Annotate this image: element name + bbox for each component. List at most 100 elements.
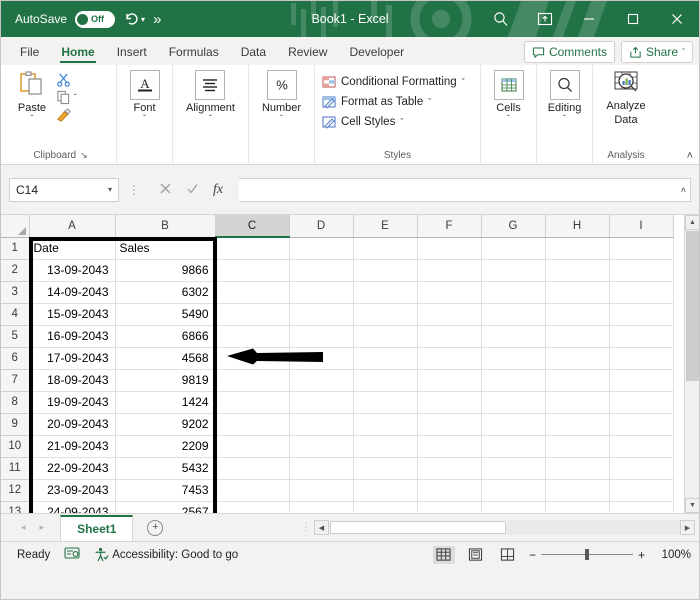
cell-D13[interactable]: [289, 501, 354, 513]
row-header-3[interactable]: 3: [1, 281, 30, 304]
cell-H3[interactable]: [545, 281, 610, 304]
scroll-down-button[interactable]: ▼: [685, 498, 699, 513]
cell-G12[interactable]: [481, 479, 546, 502]
scroll-right-button[interactable]: ▶: [680, 520, 695, 535]
cell-E4[interactable]: [353, 303, 418, 326]
sheet-tab-sheet1[interactable]: Sheet1: [60, 514, 134, 541]
editing-button[interactable]: Editing ˇ: [542, 68, 587, 125]
cell-C12[interactable]: [215, 479, 290, 502]
cell-I9[interactable]: [609, 413, 674, 436]
cell-B10[interactable]: 2209: [115, 435, 216, 458]
row-header-11[interactable]: 11: [1, 457, 30, 480]
cell-I13[interactable]: [609, 501, 674, 513]
cell-E9[interactable]: [353, 413, 418, 436]
cell-C13[interactable]: [215, 501, 290, 513]
cell-F13[interactable]: [417, 501, 482, 513]
cell-B6[interactable]: 4568: [115, 347, 216, 370]
column-header-f[interactable]: F: [417, 215, 482, 238]
cell-C9[interactable]: [215, 413, 290, 436]
cell-I2[interactable]: [609, 259, 674, 282]
number-button[interactable]: % Number ˇ: [256, 68, 307, 125]
cell-I7[interactable]: [609, 369, 674, 392]
tab-data[interactable]: Data: [230, 42, 277, 65]
cell-I12[interactable]: [609, 479, 674, 502]
format-painter-button[interactable]: [56, 108, 77, 123]
cell-B13[interactable]: 2567: [115, 501, 216, 513]
page-break-view-button[interactable]: [497, 546, 519, 564]
cell-B12[interactable]: 7453: [115, 479, 216, 502]
cell-F5[interactable]: [417, 325, 482, 348]
cell-E12[interactable]: [353, 479, 418, 502]
close-button[interactable]: [655, 1, 699, 37]
record-macro-button[interactable]: [64, 546, 80, 563]
cell-F9[interactable]: [417, 413, 482, 436]
scroll-left-button[interactable]: ◀: [314, 520, 329, 535]
row-header-5[interactable]: 5: [1, 325, 30, 348]
cell-A10[interactable]: 21-09-2043: [29, 435, 116, 458]
maximize-button[interactable]: [611, 1, 655, 37]
tab-developer[interactable]: Developer: [338, 42, 415, 65]
column-header-g[interactable]: G: [481, 215, 546, 238]
row-header-12[interactable]: 12: [1, 479, 30, 502]
cell-G9[interactable]: [481, 413, 546, 436]
cell-I8[interactable]: [609, 391, 674, 414]
cell-C1[interactable]: [215, 237, 290, 260]
cell-I4[interactable]: [609, 303, 674, 326]
cell-G1[interactable]: [481, 237, 546, 260]
zoom-in-button[interactable]: +: [638, 548, 645, 562]
share-button[interactable]: Share ˇ: [620, 41, 693, 63]
cell-H6[interactable]: [545, 347, 610, 370]
add-sheet-button[interactable]: +: [147, 519, 164, 536]
page-layout-view-button[interactable]: [465, 546, 487, 564]
row-header-8[interactable]: 8: [1, 391, 30, 414]
cell-A7[interactable]: 18-09-2043: [29, 369, 116, 392]
tab-review[interactable]: Review: [277, 42, 338, 65]
cell-G11[interactable]: [481, 457, 546, 480]
conditional-formatting-button[interactable]: Conditional Formatting ˇ: [320, 73, 467, 91]
row-header-7[interactable]: 7: [1, 369, 30, 392]
column-header-c[interactable]: C: [215, 215, 290, 238]
cell-F6[interactable]: [417, 347, 482, 370]
cell-G5[interactable]: [481, 325, 546, 348]
cell-D2[interactable]: [289, 259, 354, 282]
cell-C6[interactable]: [215, 347, 290, 370]
cell-A9[interactable]: 20-09-2043: [29, 413, 116, 436]
spreadsheet-grid[interactable]: A B C D E F G H I 1 Date Sales 2 13-09-2043 9…: [1, 215, 699, 513]
cell-G10[interactable]: [481, 435, 546, 458]
insert-function-button[interactable]: fx: [213, 182, 223, 198]
clipboard-dialog-launcher[interactable]: ↘: [80, 150, 88, 161]
cell-B3[interactable]: 6302: [115, 281, 216, 304]
column-header-i[interactable]: I: [609, 215, 674, 238]
cell-styles-button[interactable]: Cell Styles ˇ: [320, 113, 405, 131]
cell-G4[interactable]: [481, 303, 546, 326]
cell-D11[interactable]: [289, 457, 354, 480]
cell-A3[interactable]: 14-09-2043: [29, 281, 116, 304]
cell-G13[interactable]: [481, 501, 546, 513]
cell-E5[interactable]: [353, 325, 418, 348]
cell-H8[interactable]: [545, 391, 610, 414]
cell-A4[interactable]: 15-09-2043: [29, 303, 116, 326]
column-header-a[interactable]: A: [29, 215, 116, 238]
cell-F11[interactable]: [417, 457, 482, 480]
cell-D1[interactable]: [289, 237, 354, 260]
zoom-slider[interactable]: − +: [529, 548, 645, 562]
tab-formulas[interactable]: Formulas: [158, 42, 230, 65]
cell-B5[interactable]: 6866: [115, 325, 216, 348]
cell-B4[interactable]: 5490: [115, 303, 216, 326]
cell-E10[interactable]: [353, 435, 418, 458]
cell-H5[interactable]: [545, 325, 610, 348]
normal-view-button[interactable]: [432, 545, 455, 564]
scroll-grip-icon[interactable]: ⋮: [301, 522, 311, 533]
cell-H11[interactable]: [545, 457, 610, 480]
cell-G8[interactable]: [481, 391, 546, 414]
cell-D9[interactable]: [289, 413, 354, 436]
cell-D4[interactable]: [289, 303, 354, 326]
cell-C11[interactable]: [215, 457, 290, 480]
cell-D5[interactable]: [289, 325, 354, 348]
vertical-scroll-thumb[interactable]: [686, 231, 699, 381]
cell-H10[interactable]: [545, 435, 610, 458]
cell-F4[interactable]: [417, 303, 482, 326]
zoom-level-label[interactable]: 100%: [655, 549, 691, 561]
tab-home[interactable]: Home: [50, 42, 105, 65]
row-header-9[interactable]: 9: [1, 413, 30, 436]
